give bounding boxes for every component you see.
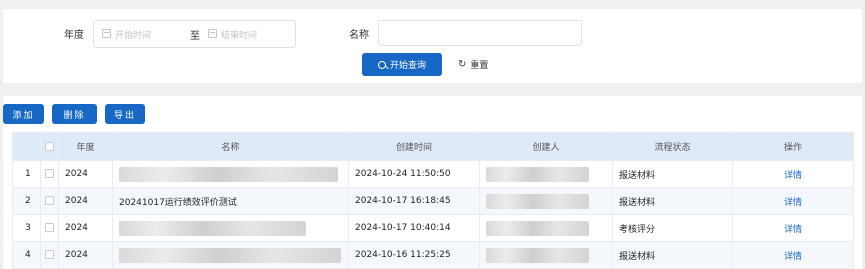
details-link[interactable]: 详情 xyxy=(784,225,802,235)
name-header: 名称 xyxy=(112,132,349,161)
redacted-text xyxy=(119,247,341,263)
redacted-text xyxy=(486,247,589,263)
table-row: 1 2024 2024-10-24 11:50:50 报送材料 详情 xyxy=(12,160,854,188)
name-input[interactable] xyxy=(378,20,582,46)
add-button[interactable]: 添加 xyxy=(3,104,44,124)
row-created-time: 2024-10-24 11:50:50 xyxy=(348,160,480,188)
row-created-time: 2024-10-17 10:40:14 xyxy=(348,214,480,242)
search-button[interactable]: 开始查询 xyxy=(362,53,442,76)
row-creator xyxy=(479,214,613,242)
search-button-label: 开始查询 xyxy=(389,61,426,71)
search-icon xyxy=(377,60,386,69)
row-name xyxy=(112,160,349,188)
details-link[interactable]: 详情 xyxy=(784,171,802,181)
row-created-time: 2024-10-16 11:25:25 xyxy=(348,241,480,269)
row-name xyxy=(112,241,349,269)
refresh-icon: ↻ xyxy=(458,59,467,70)
year-header: 年度 xyxy=(58,132,113,161)
row-year: 2024 xyxy=(58,160,113,188)
details-link[interactable]: 详情 xyxy=(784,252,802,262)
main-panel: 添加 删除 导出 年度 名称 创建时间 创建人 流程状态 操作 1 2024 2… xyxy=(3,96,862,269)
start-time-input[interactable]: 开始时间 xyxy=(115,28,151,41)
redacted-text xyxy=(486,166,589,182)
end-time-input[interactable]: 结束时间 xyxy=(221,28,257,41)
row-checkbox[interactable] xyxy=(40,187,59,215)
redacted-text xyxy=(486,193,589,209)
redacted-text xyxy=(119,220,306,236)
export-button[interactable]: 导出 xyxy=(105,104,145,124)
select-all-checkbox[interactable] xyxy=(40,132,59,161)
row-action: 详情 xyxy=(732,214,854,242)
status-header: 流程状态 xyxy=(612,132,733,161)
reset-button[interactable]: ↻ 重置 xyxy=(458,53,506,76)
row-year: 2024 xyxy=(58,187,113,215)
search-panel: 年度 开始时间 至 结束时间 名称 开始查询 ↻ 重置 xyxy=(3,9,862,83)
row-index: 4 xyxy=(12,241,41,269)
index-header xyxy=(12,132,41,161)
row-name: 20241017运行绩效评价测试 xyxy=(112,187,349,215)
action-header: 操作 xyxy=(732,132,854,161)
row-index: 1 xyxy=(12,160,41,188)
reset-button-label: 重置 xyxy=(470,61,489,71)
row-checkbox[interactable] xyxy=(40,241,59,269)
row-checkbox[interactable] xyxy=(40,160,59,188)
delete-button[interactable]: 删除 xyxy=(52,104,97,124)
row-action: 详情 xyxy=(732,187,854,215)
row-year: 2024 xyxy=(58,214,113,242)
row-created-time: 2024-10-17 16:18:45 xyxy=(348,187,480,215)
row-status: 报送材料 xyxy=(612,187,733,215)
row-index: 2 xyxy=(12,187,41,215)
creator-header: 创建人 xyxy=(479,132,613,161)
row-creator xyxy=(479,187,613,215)
row-action: 详情 xyxy=(732,241,854,269)
year-label: 年度 xyxy=(64,30,84,41)
range-separator: 至 xyxy=(190,31,200,42)
row-year: 2024 xyxy=(58,241,113,269)
row-index: 3 xyxy=(12,214,41,242)
data-table: 年度 名称 创建时间 创建人 流程状态 操作 1 2024 2024-10-24… xyxy=(12,132,854,269)
name-label: 名称 xyxy=(349,30,369,41)
row-status: 考核评分 xyxy=(612,214,733,242)
year-date-range[interactable]: 开始时间 至 结束时间 xyxy=(93,20,296,48)
table-row: 3 2024 2024-10-17 10:40:14 考核评分 详情 xyxy=(12,214,854,242)
redacted-text xyxy=(486,220,589,236)
created-time-header: 创建时间 xyxy=(348,132,480,161)
row-status: 报送材料 xyxy=(612,160,733,188)
row-creator xyxy=(479,160,613,188)
row-creator xyxy=(479,241,613,269)
row-checkbox[interactable] xyxy=(40,214,59,242)
row-name xyxy=(112,214,349,242)
details-link[interactable]: 详情 xyxy=(784,198,802,208)
calendar-icon xyxy=(208,29,217,38)
row-action: 详情 xyxy=(732,160,854,188)
table-row: 2 2024 20241017运行绩效评价测试 2024-10-17 16:18… xyxy=(12,187,854,215)
table-row: 4 2024 2024-10-16 11:25:25 报送材料 详情 xyxy=(12,241,854,269)
calendar-icon xyxy=(102,29,111,38)
table-header-row: 年度 名称 创建时间 创建人 流程状态 操作 xyxy=(12,132,854,161)
redacted-text xyxy=(119,166,338,182)
row-status: 报送材料 xyxy=(612,241,733,269)
